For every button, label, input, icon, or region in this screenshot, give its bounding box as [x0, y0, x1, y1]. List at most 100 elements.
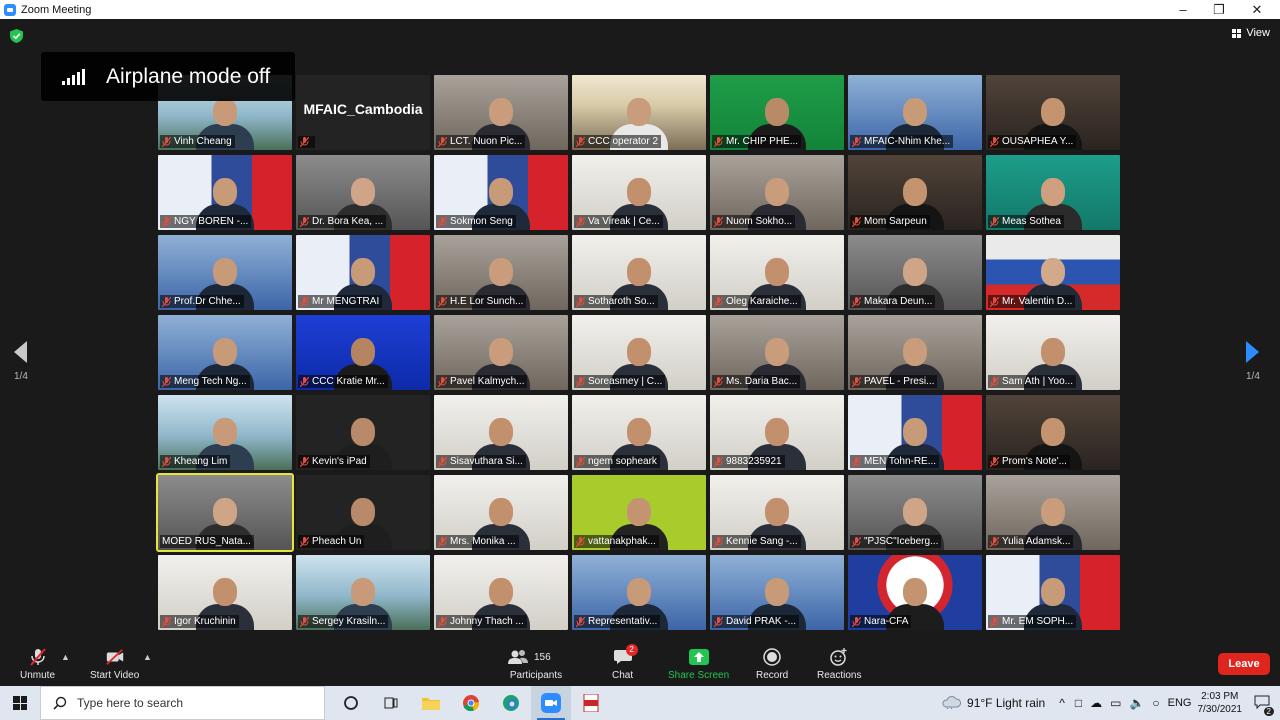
view-button[interactable]: View — [1232, 27, 1270, 39]
participant-name: LCT. Nuon Pic... — [450, 136, 523, 147]
participant-tile[interactable]: Meng Tech Ng... — [158, 315, 292, 390]
muted-mic-icon — [852, 216, 861, 227]
participant-tile[interactable]: Kevin's iPad — [296, 395, 430, 470]
participant-tile[interactable]: "PJSC"Iceberg... — [848, 475, 982, 550]
minimize-button[interactable]: – — [1164, 0, 1202, 19]
muted-mic-icon — [300, 616, 309, 627]
participant-tile[interactable]: Dr. Bora Kea, ... — [296, 155, 430, 230]
participant-name-label: CCC operator 2 — [574, 135, 662, 148]
reactions-button[interactable]: Reactions — [817, 647, 861, 681]
participant-tile[interactable]: Mrs. Monika ... — [434, 475, 568, 550]
zoom-taskbar-icon[interactable] — [531, 686, 571, 720]
participant-tile[interactable]: Johnny Thach ... — [434, 555, 568, 630]
participant-tile[interactable]: Oleg Karaiche... — [710, 235, 844, 310]
maximize-button[interactable]: ❐ — [1200, 0, 1238, 19]
chat-button[interactable]: 2 Chat — [612, 644, 638, 681]
wifi-icon[interactable]: ○ — [1152, 696, 1159, 710]
participant-tile[interactable]: Meas Sothea — [986, 155, 1120, 230]
start-button[interactable] — [0, 686, 40, 720]
participant-tile[interactable]: OUSAPHEA Y... — [986, 75, 1120, 150]
participant-tile[interactable]: Sotharoth So... — [572, 235, 706, 310]
record-button[interactable]: Record — [756, 647, 788, 681]
participant-tile[interactable]: 9883235921 — [710, 395, 844, 470]
participant-tile[interactable]: MFAIC-Nhim Khe... — [848, 75, 982, 150]
video-options-caret[interactable]: ▲ — [143, 652, 152, 662]
participant-tile[interactable]: Mr. CHIP PHE... — [710, 75, 844, 150]
cortana-icon[interactable] — [331, 686, 371, 720]
participant-name: Pavel Kalmych... — [450, 376, 525, 387]
clock[interactable]: 2:03 PM 7/30/2021 — [1198, 690, 1243, 716]
participant-tile[interactable]: vattanakphak... — [572, 475, 706, 550]
window-title: Zoom Meeting — [21, 3, 92, 16]
participant-tile[interactable]: Mr. Valentin D... — [986, 235, 1120, 310]
participant-tile[interactable]: David PRAK -... — [710, 555, 844, 630]
security-shield-icon[interactable] — [10, 29, 23, 43]
file-explorer-icon[interactable] — [411, 686, 451, 720]
participant-name: Soreasmey | C... — [588, 376, 663, 387]
muted-mic-icon — [714, 616, 723, 627]
participant-name: Mr MENGTRAI — [312, 296, 380, 307]
tray-chevron-icon[interactable]: ^ — [1059, 696, 1065, 710]
volume-icon[interactable]: 🔈 — [1129, 696, 1144, 710]
participant-tile[interactable]: Mom Sarpeun — [848, 155, 982, 230]
participant-tile[interactable]: Nuom Sokho... — [710, 155, 844, 230]
next-page-button[interactable]: 1/4 — [1246, 341, 1260, 382]
muted-mic-icon — [162, 136, 171, 147]
participant-tile[interactable]: Prom's Note'... — [986, 395, 1120, 470]
participant-tile[interactable]: CCC Kratie Mr... — [296, 315, 430, 390]
participant-name: MOED RUS_Nata... — [162, 536, 251, 547]
audio-options-caret[interactable]: ▲ — [61, 652, 70, 662]
battery-icon[interactable]: ▭ — [1110, 696, 1121, 710]
participant-tile[interactable]: Makara Deun... — [848, 235, 982, 310]
participant-name-label: Meas Sothea — [988, 215, 1064, 228]
taskbar-search-box[interactable]: Type here to search — [40, 686, 325, 720]
participant-tile[interactable]: Yulia Adamsk... — [986, 475, 1120, 550]
unmute-button[interactable]: Unmute — [20, 647, 55, 681]
participant-tile[interactable]: H.E Lor Sunch... — [434, 235, 568, 310]
participant-name-label: H.E Lor Sunch... — [436, 295, 527, 308]
participant-tile[interactable]: Nara-CFA — [848, 555, 982, 630]
close-button[interactable]: ✕ — [1238, 0, 1276, 19]
participant-tile[interactable]: Representativ... — [572, 555, 706, 630]
participant-tile[interactable]: Va Vireak | Ce... — [572, 155, 706, 230]
leave-button[interactable]: Leave — [1218, 653, 1270, 675]
share-screen-button[interactable]: Share Screen — [668, 647, 729, 681]
participant-tile[interactable]: Sam Ath | Yoo... — [986, 315, 1120, 390]
participant-tile[interactable]: MOED RUS_Nata... — [156, 473, 294, 552]
participant-tile[interactable]: MEN Tohn-RE... — [848, 395, 982, 470]
participant-tile[interactable]: LCT. Nuon Pic... — [434, 75, 568, 150]
participant-tile[interactable]: MFAIC_Cambodia — [296, 75, 430, 150]
participant-tile[interactable]: Pavel Kalmych... — [434, 315, 568, 390]
participant-tile[interactable]: Soreasmey | C... — [572, 315, 706, 390]
participant-tile[interactable]: PAVEL - Presi... — [848, 315, 982, 390]
participant-tile[interactable]: Sergey Krasiln... — [296, 555, 430, 630]
participant-tile[interactable]: Igor Kruchinin — [158, 555, 292, 630]
participant-tile[interactable]: Prof.Dr Chhe... — [158, 235, 292, 310]
muted-mic-icon — [990, 216, 999, 227]
participant-tile[interactable]: CCC operator 2 — [572, 75, 706, 150]
participant-tile[interactable]: Pheach Un — [296, 475, 430, 550]
participant-tile[interactable]: ngem sopheark — [572, 395, 706, 470]
participant-tile[interactable]: Ms. Daria Bac... — [710, 315, 844, 390]
pdf-reader-icon[interactable] — [571, 686, 611, 720]
participants-button[interactable]: 156 Participants — [508, 647, 564, 681]
task-view-icon[interactable] — [371, 686, 411, 720]
weather-text[interactable]: 91°F Light rain — [967, 696, 1045, 710]
participant-name-label: Mom Sarpeun — [850, 215, 930, 228]
participant-tile[interactable]: Kennie Sang -... — [710, 475, 844, 550]
participant-tile[interactable]: Mr MENGTRAI — [296, 235, 430, 310]
meet-now-icon[interactable]: □ — [1075, 696, 1082, 710]
language-indicator[interactable]: ENG — [1168, 697, 1192, 709]
prev-page-button[interactable]: 1/4 — [14, 341, 28, 382]
participant-tile[interactable]: Mr. EM SOPH... — [986, 555, 1120, 630]
participant-tile[interactable]: NGY BOREN -... — [158, 155, 292, 230]
onedrive-icon[interactable]: ☁ — [1090, 696, 1102, 710]
participant-tile[interactable]: Sisavuthara Si... — [434, 395, 568, 470]
notifications-icon[interactable]: 2 — [1254, 695, 1274, 716]
edge-icon[interactable] — [491, 686, 531, 720]
start-video-button[interactable]: Start Video — [90, 647, 139, 681]
participant-name: Sergey Krasiln... — [312, 616, 386, 627]
participant-tile[interactable]: Sokmon Seng — [434, 155, 568, 230]
participant-tile[interactable]: Kheang Lim — [158, 395, 292, 470]
chrome-icon[interactable] — [451, 686, 491, 720]
